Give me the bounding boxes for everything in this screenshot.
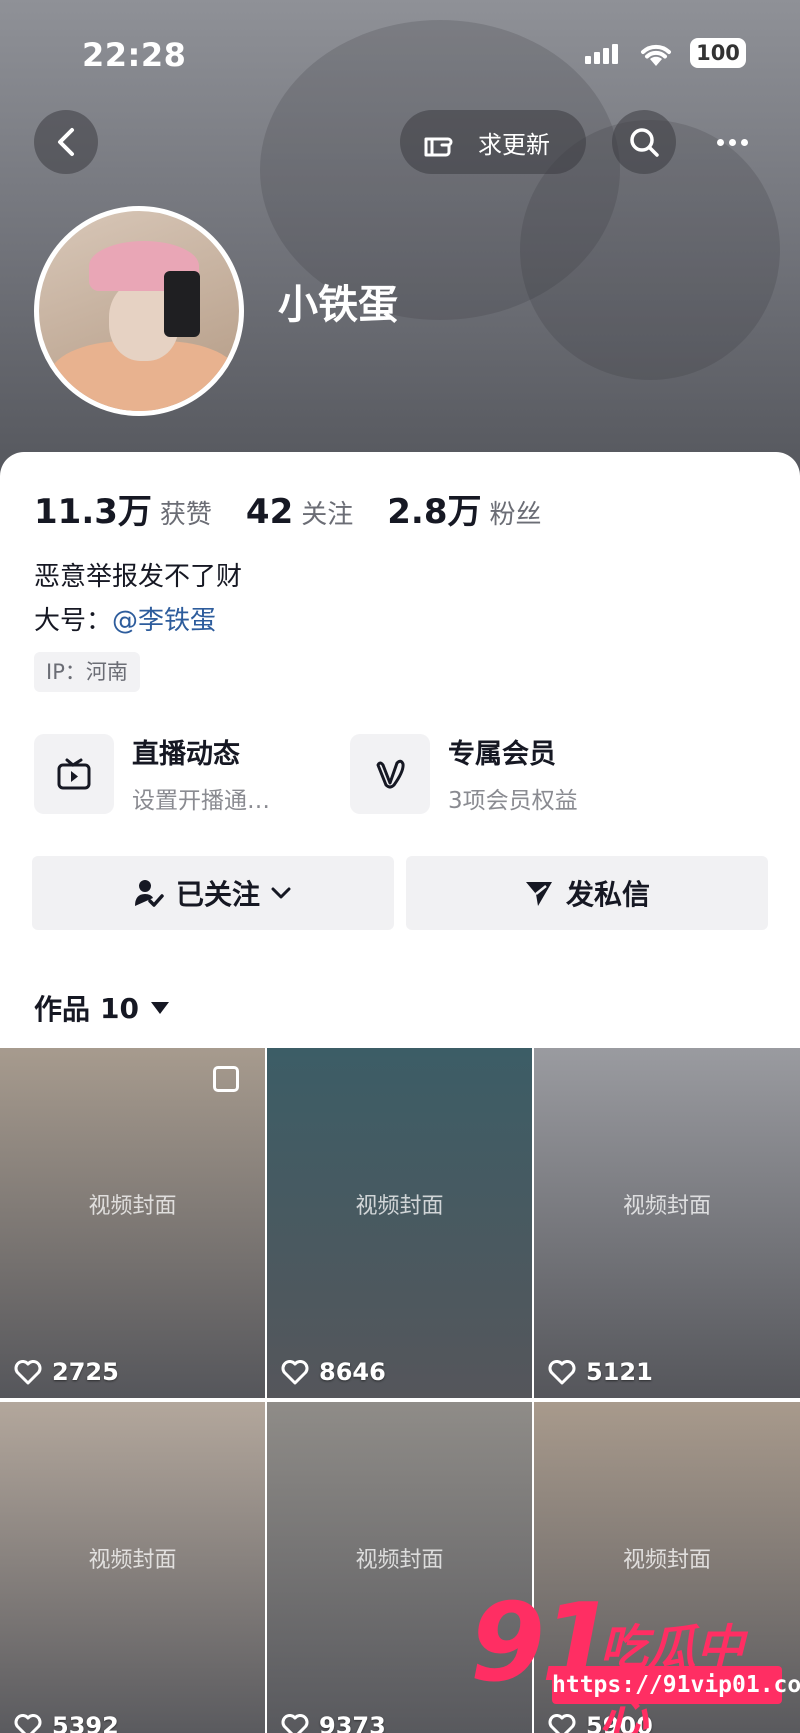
alt-account-prefix: 大号： <box>34 606 113 636</box>
heart-icon <box>548 1714 576 1733</box>
live-updates-title: 直播动态 <box>132 739 240 770</box>
works-tab-label: 作品 <box>34 993 91 1026</box>
stat-followers[interactable]: 2.8万 粉丝 <box>387 484 541 533</box>
video-tile[interactable]: 视频封面 2725 <box>0 1048 265 1398</box>
thumbnail-placeholder-label: 视频封面 <box>622 1194 711 1219</box>
membership-title: 专属会员 <box>448 739 556 770</box>
video-like-count: 2725 <box>14 1358 119 1386</box>
send-message-button[interactable]: 发私信 <box>406 856 768 930</box>
chevron-down-icon <box>271 887 291 899</box>
video-tile[interactable]: 视频封面 8646 <box>267 1048 532 1398</box>
paper-plane-icon <box>525 882 552 906</box>
video-like-count: 5392 <box>14 1712 119 1733</box>
tv-icon <box>34 733 114 814</box>
profile-screen: 22:28 100 求更新 小铁蛋 11.3万 获赞 42 关注 2.8万 粉丝… <box>0 0 800 1733</box>
profile-bio: 恶意举报发不了财 <box>34 562 243 592</box>
membership-subtitle: 3项会员权益 <box>448 788 578 814</box>
more-dots-icon <box>716 138 724 146</box>
thumbnail-placeholder-label: 视频封面 <box>355 1194 444 1219</box>
send-message-label: 发私信 <box>565 878 650 911</box>
thumbnail-placeholder-label: 视频封面 <box>622 1548 711 1573</box>
heart-icon <box>548 1360 576 1385</box>
alt-account-link[interactable]: @李铁蛋 <box>112 606 216 636</box>
membership-entry[interactable]: 专属会员 3项会员权益 <box>350 732 578 815</box>
signal-icon <box>585 44 621 64</box>
heart-icon <box>281 1714 309 1733</box>
followed-label: 已关注 <box>175 878 260 911</box>
live-updates-entry[interactable]: 直播动态 设置开播通… <box>34 732 270 815</box>
request-update-button[interactable]: 求更新 <box>400 110 586 174</box>
watermark-url: https://91vip01.com <box>552 1666 800 1704</box>
profile-stats: 11.3万 获赞 42 关注 2.8万 粉丝 <box>34 484 576 533</box>
search-icon <box>630 128 659 157</box>
thumbnail-placeholder-label: 视频封面 <box>88 1548 177 1573</box>
works-tab[interactable]: 作品 10 <box>34 988 169 1028</box>
request-update-label: 求更新 <box>478 130 550 159</box>
pointing-hand-icon <box>424 137 453 157</box>
heart-icon <box>14 1360 42 1385</box>
watermark: 91 吃瓜中心 https://91vip01.com <box>470 1590 800 1733</box>
video-tile[interactable]: 视频封面 5121 <box>534 1048 800 1398</box>
ip-location-tag: IP：河南 <box>34 652 140 692</box>
video-like-count: 9373 <box>281 1712 386 1733</box>
video-like-count: 5121 <box>548 1358 653 1386</box>
heart-icon <box>14 1714 42 1733</box>
video-tile[interactable]: 视频封面 5392 <box>0 1402 265 1733</box>
followed-button[interactable]: 已关注 <box>32 856 394 930</box>
video-thumbnail-placeholder <box>0 1048 265 1398</box>
chevron-left-icon <box>58 128 74 156</box>
video-thumbnail-placeholder <box>267 1048 532 1398</box>
alt-account-line: 大号：@李铁蛋 <box>34 600 216 637</box>
more-options-button[interactable] <box>700 110 764 174</box>
battery-icon: 100 <box>690 38 746 68</box>
user-check-icon <box>134 880 164 907</box>
status-bar: 22:28 100 <box>0 30 800 80</box>
stat-following[interactable]: 42 关注 <box>246 492 353 532</box>
heart-icon <box>281 1360 309 1385</box>
search-button[interactable] <box>612 110 676 174</box>
thumbnail-placeholder-label: 视频封面 <box>88 1194 177 1219</box>
video-like-count: 8646 <box>281 1358 386 1386</box>
live-updates-subtitle: 设置开播通… <box>132 788 270 814</box>
back-button[interactable] <box>34 110 98 174</box>
status-time: 22:28 <box>82 36 187 74</box>
avatar[interactable] <box>34 206 244 416</box>
caret-down-icon <box>150 1002 169 1014</box>
profile-nickname: 小铁蛋 <box>278 282 398 328</box>
works-count: 10 <box>100 991 139 1025</box>
wifi-icon <box>638 40 674 72</box>
stat-likes[interactable]: 11.3万 获赞 <box>34 484 212 533</box>
video-thumbnail-placeholder <box>534 1048 800 1398</box>
thumbnail-placeholder-label: 视频封面 <box>355 1548 444 1573</box>
heart-v-icon <box>350 733 430 814</box>
multi-image-icon <box>213 1066 239 1092</box>
